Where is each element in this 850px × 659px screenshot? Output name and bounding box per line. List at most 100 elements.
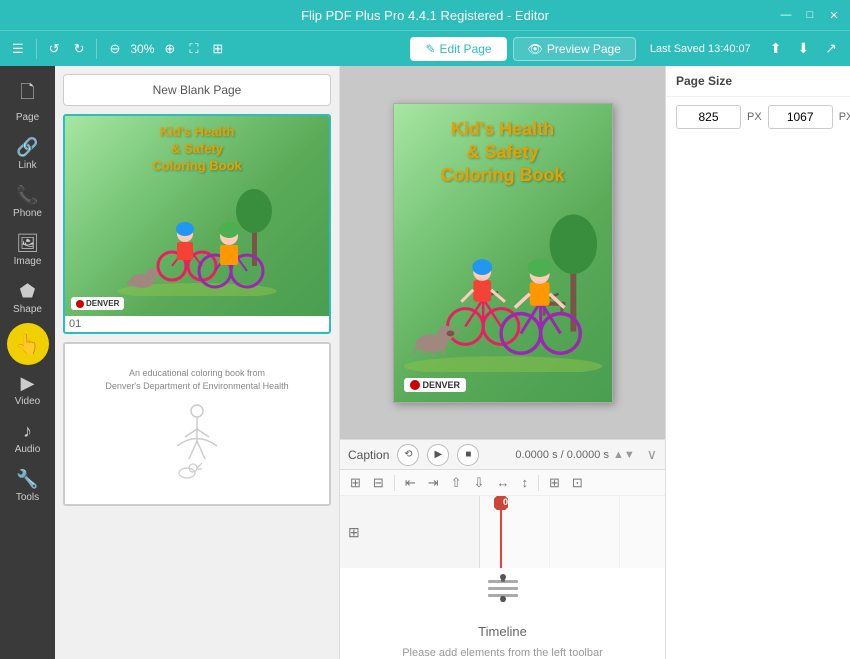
timeline-header: Caption ⟲ ▶ ■ 0.0000 s / 0.0000 s ▲▼ ∨ <box>340 440 665 470</box>
center-right-column: Kid's Health& SafetyColoring Book <box>340 66 850 659</box>
page-icon: 🗋 <box>20 80 34 110</box>
new-blank-label: New Blank Page <box>153 83 242 97</box>
page-panel: New Blank Page Kid's Health& SafetyColor… <box>55 66 340 659</box>
rewind-button[interactable]: ⟲ <box>397 444 419 466</box>
phone-icon: 📞 <box>16 185 38 206</box>
track-area[interactable]: 0 <box>480 496 665 568</box>
edit-page-label: Edit Page <box>440 42 492 56</box>
tl-separator <box>394 475 395 491</box>
video-label: Video <box>15 396 40 407</box>
zoom-level: 30% <box>130 42 154 56</box>
sidebar-item-phone[interactable]: 📞 Phone <box>4 179 52 225</box>
tl-tb-remove-button[interactable]: ⊟ <box>369 473 388 493</box>
sidebar-item-video[interactable]: ▶ Video <box>4 367 52 413</box>
playhead[interactable]: 0 <box>500 496 502 568</box>
image-label: Image <box>14 256 42 267</box>
tl-separator-2 <box>538 475 539 491</box>
minimize-button[interactable]: — <box>778 7 794 23</box>
page-width-input[interactable] <box>676 105 741 129</box>
share-button[interactable]: ↗ <box>820 38 842 59</box>
denver-text-1: DENVER <box>86 299 119 308</box>
expand-button[interactable]: ∨ <box>647 446 657 463</box>
new-blank-page-button[interactable]: New Blank Page <box>63 74 331 106</box>
preview-label: Preview Page <box>547 42 621 56</box>
tl-tb-grid-button[interactable]: ⊞ <box>346 473 365 493</box>
page-size-header: Page Size <box>666 66 850 97</box>
canvas-area: Kid's Health& SafetyColoring Book <box>340 66 665 659</box>
edit-page-button[interactable]: ✎ Edit Page <box>410 37 506 61</box>
window-controls: — □ ✕ <box>778 7 842 23</box>
canvas-denver-text: DENVER <box>423 380 461 390</box>
timeline-toolbar: ⊞ ⊟ ⇤ ⇥ ⇧ ⇩ ↔ ↕ ⊞ ⊡ <box>340 470 665 496</box>
phone-label: Phone <box>13 208 42 219</box>
sidebar-item-image[interactable]: 🖼 Image <box>4 227 52 273</box>
play-button[interactable]: ▶ <box>427 444 449 466</box>
tl-dist-h-button[interactable]: ↔ <box>492 473 513 492</box>
hamburger-button[interactable]: ☰ <box>8 39 28 59</box>
export-button[interactable]: ⬇ <box>793 38 815 59</box>
sidebar-item-shape[interactable]: ⬟ Shape <box>4 275 52 321</box>
track-label: ⊞ <box>340 496 480 568</box>
page-number-1: 01 <box>65 316 329 332</box>
titlebar: Flip PDF Plus Pro 4.4.1 Registered - Edi… <box>0 0 850 30</box>
canvas-book-cover: Kid's Health& SafetyColoring Book <box>394 104 612 402</box>
sidebar: 🗋 Page 🔗 Link 📞 Phone 🖼 Image ⬟ Shape 👆 … <box>0 66 55 659</box>
zoom-in-button[interactable]: ⊕ <box>160 39 179 59</box>
stop-button[interactable]: ■ <box>457 444 479 466</box>
import-button[interactable]: ⬆ <box>765 38 787 59</box>
close-button[interactable]: ✕ <box>826 7 842 23</box>
playhead-num: 0 <box>503 497 508 507</box>
sidebar-item-cursor[interactable]: 👆 <box>7 323 49 365</box>
sidebar-item-tools[interactable]: 🔧 Tools <box>4 463 52 509</box>
width-row: PX PX <box>666 97 850 137</box>
page-thumb-1[interactable]: Kid's Health& SafetyColoring Book <box>63 114 331 334</box>
canvas-denver-badge: DENVER <box>404 378 467 392</box>
timeline-empty-subtitle: Please add elements from the left toolba… <box>402 647 603 659</box>
sidebar-item-page[interactable]: 🗋 Page <box>4 74 52 129</box>
tl-dist-v-button[interactable]: ↕ <box>517 473 532 492</box>
tl-align-left-button[interactable]: ⇤ <box>401 473 420 493</box>
timeline-empty-title: Timeline <box>478 624 527 639</box>
zoom-out-button[interactable]: ⊖ <box>105 39 124 59</box>
link-icon: 🔗 <box>16 137 38 158</box>
link-label: Link <box>18 160 36 171</box>
preview-page-button[interactable]: 👁 Preview Page <box>513 37 636 61</box>
time-value: 0.0000 s / 0.0000 s <box>515 449 609 461</box>
canvas-main[interactable]: Kid's Health& SafetyColoring Book <box>340 66 665 439</box>
tl-tb-grid2-button[interactable]: ⊞ <box>545 473 564 493</box>
time-arrows: ▲▼ <box>613 449 635 461</box>
right-panel: Page Size PX PX <box>665 66 850 659</box>
page-thumb-2[interactable]: An educational coloring book from Denver… <box>63 342 331 506</box>
sidebar-item-link[interactable]: 🔗 Link <box>4 131 52 177</box>
tl-align-bottom-button[interactable]: ⇩ <box>470 473 489 493</box>
separator <box>96 39 97 59</box>
caption-label: Caption <box>348 448 389 462</box>
video-icon: ▶ <box>21 373 35 394</box>
timeline-track: ⊞ 0 <box>340 496 665 568</box>
timeline-empty-icon <box>483 568 523 616</box>
image-icon: 🖼 <box>16 233 39 254</box>
canvas-and-right: Kid's Health& SafetyColoring Book <box>340 66 850 659</box>
tl-align-right-button[interactable]: ⇥ <box>424 473 443 493</box>
maximize-button[interactable]: □ <box>802 7 818 23</box>
track-grid-icon: ⊞ <box>348 524 360 541</box>
page-canvas[interactable]: Kid's Health& SafetyColoring Book <box>393 103 613 403</box>
page-height-input[interactable] <box>768 105 833 129</box>
grid-toggle-button[interactable]: ⊞ <box>208 39 227 59</box>
width-unit: PX <box>747 111 762 123</box>
tl-align-top-button[interactable]: ⇧ <box>447 473 466 493</box>
cursor-icon: 👆 <box>15 332 40 357</box>
sidebar-item-audio[interactable]: ♪ Audio <box>4 415 52 461</box>
redo-button[interactable]: ↻ <box>70 39 89 59</box>
tl-tb-grid3-button[interactable]: ⊡ <box>568 473 587 493</box>
tools-icon: 🔧 <box>16 469 38 490</box>
fit-screen-button[interactable]: ⛶ <box>185 39 202 59</box>
preview-icon: 👁 <box>528 42 543 56</box>
page-2-text: An educational coloring book from Denver… <box>105 367 288 392</box>
timeline-empty: Timeline Please add elements from the le… <box>340 568 665 659</box>
page-1-content: Kid's Health& SafetyColoring Book <box>65 116 329 316</box>
last-saved-label: Last Saved 13:40:07 <box>650 43 751 55</box>
undo-button[interactable]: ↺ <box>45 39 64 59</box>
timeline-icon-svg <box>483 568 523 608</box>
book-cover-1: Kid's Health& SafetyColoring Book <box>65 116 329 316</box>
